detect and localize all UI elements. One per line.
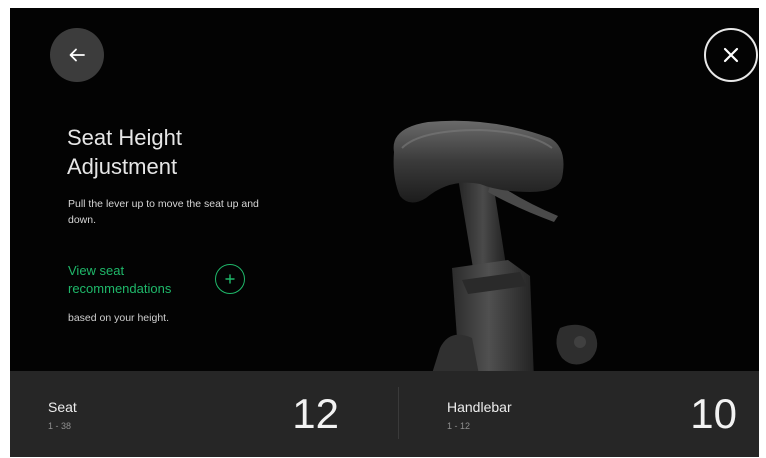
view-seat-recommendations-link[interactable]: View seat recommendations: [68, 262, 208, 298]
seat-range: 1 - 38: [48, 421, 72, 431]
close-button[interactable]: [704, 28, 758, 82]
page-title: Seat Height Adjustment: [67, 125, 182, 179]
seat-value: 12: [292, 390, 339, 437]
seat-post-illustration: [393, 120, 598, 378]
seat-label: Seat: [48, 399, 77, 415]
back-button[interactable]: [50, 28, 104, 82]
view-recommendations-button[interactable]: [215, 264, 245, 294]
seat-adjustment-screen: Seat Height Adjustment Pull the lever up…: [10, 8, 759, 457]
handlebar-label: Handlebar: [447, 399, 512, 415]
handlebar-value: 10: [690, 390, 737, 437]
recommendation-subtext: based on your height.: [68, 312, 169, 324]
settings-divider: [398, 387, 399, 439]
handlebar-range: 1 - 12: [447, 421, 471, 431]
plus-icon: [225, 274, 235, 284]
instruction-text: Pull the lever up to move the seat up an…: [68, 198, 259, 226]
settings-bar: Seat 1 - 38 12 Handlebar 1 - 12 10: [10, 371, 759, 457]
arrow-left-icon: [69, 48, 85, 62]
close-icon: [723, 47, 739, 63]
